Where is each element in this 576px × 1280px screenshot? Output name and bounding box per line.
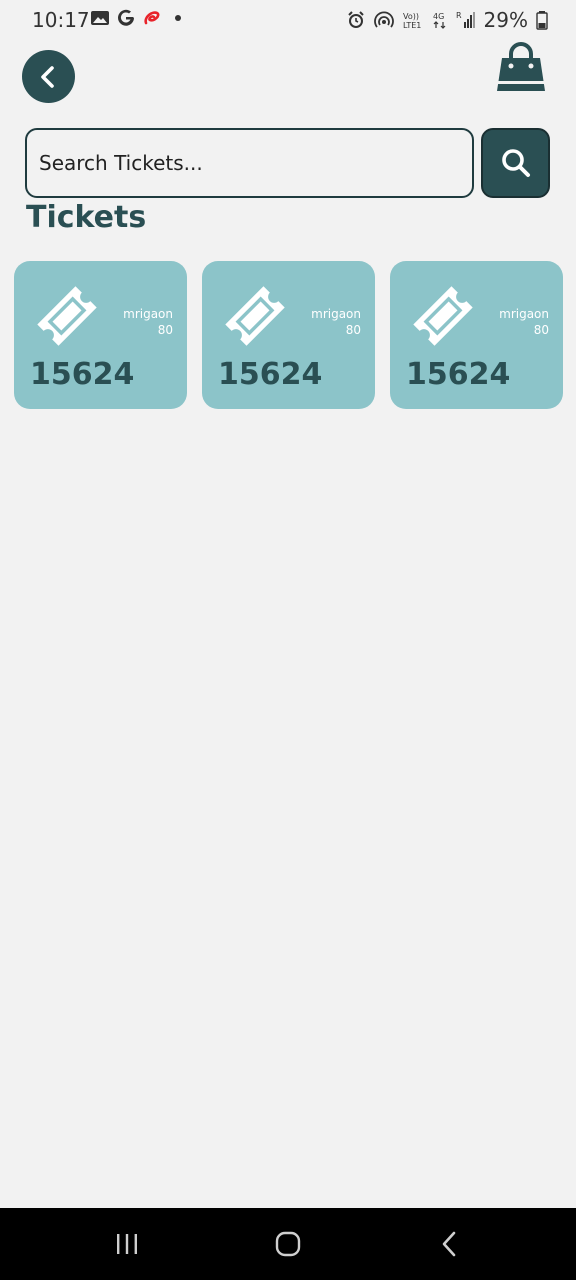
ticket-card[interactable]: mrigaon 80 15624 bbox=[390, 261, 563, 409]
back-icon bbox=[442, 1231, 456, 1257]
airtel-icon bbox=[144, 11, 160, 25]
status-bar: 10:17 Vo)) LTE1 4G R 29% bbox=[0, 0, 576, 44]
volte-icon: Vo))LTE1 bbox=[403, 12, 421, 30]
ticket-card[interactable]: mrigaon 80 15624 bbox=[14, 261, 187, 409]
ticket-count: 80 bbox=[345, 323, 361, 337]
screen: 10:17 Vo)) LTE1 4G R 29% Search Tickets.… bbox=[0, 0, 576, 1280]
ticket-list: mrigaon 80 15624 mrigaon 80 15624 mrigao… bbox=[14, 261, 563, 409]
google-icon bbox=[118, 9, 134, 26]
dot-icon bbox=[175, 15, 181, 21]
home-button[interactable] bbox=[268, 1228, 308, 1260]
ticket-location: mrigaon bbox=[123, 307, 173, 321]
ticket-icon bbox=[413, 286, 473, 346]
status-time: 10:17 bbox=[32, 8, 90, 32]
signal-bars-icon: R bbox=[456, 11, 475, 28]
recents-button[interactable] bbox=[107, 1228, 147, 1260]
alarm-icon bbox=[347, 11, 364, 28]
system-back-button[interactable] bbox=[430, 1228, 470, 1260]
status-left-icons bbox=[90, 8, 188, 28]
ticket-card[interactable]: mrigaon 80 15624 bbox=[202, 261, 375, 409]
search-icon bbox=[501, 149, 530, 177]
svg-text:R: R bbox=[456, 11, 462, 20]
ticket-icon bbox=[37, 286, 97, 346]
battery-icon bbox=[536, 11, 548, 30]
battery-percent: 29% bbox=[483, 8, 528, 32]
cart-button[interactable] bbox=[493, 42, 549, 98]
svg-text:4G: 4G bbox=[433, 12, 444, 21]
svg-text:Vo)): Vo)) bbox=[403, 12, 419, 21]
hotspot-icon bbox=[373, 11, 394, 28]
status-right: Vo)) LTE1 4G R 29% bbox=[346, 8, 548, 32]
recents-icon bbox=[117, 1234, 137, 1254]
search-input[interactable] bbox=[25, 128, 474, 198]
ticket-location: mrigaon bbox=[311, 307, 361, 321]
ticket-count: 80 bbox=[533, 323, 549, 337]
section-title: Tickets bbox=[26, 200, 147, 235]
ticket-number: 15624 bbox=[406, 357, 511, 392]
home-icon bbox=[275, 1231, 301, 1257]
chevron-left-icon bbox=[40, 65, 54, 88]
svg-text:LTE1: LTE1 bbox=[403, 21, 421, 30]
ticket-count: 80 bbox=[157, 323, 173, 337]
ticket-location: mrigaon bbox=[499, 307, 549, 321]
shopping-bag-icon bbox=[497, 42, 545, 91]
search-button[interactable] bbox=[481, 128, 550, 198]
signal-4g-icon: 4G bbox=[433, 12, 445, 29]
navigation-bar bbox=[0, 1208, 576, 1280]
ticket-number: 15624 bbox=[30, 357, 135, 392]
ticket-number: 15624 bbox=[218, 357, 323, 392]
ticket-icon bbox=[225, 286, 285, 346]
back-button[interactable] bbox=[22, 50, 75, 103]
image-icon bbox=[91, 11, 109, 25]
